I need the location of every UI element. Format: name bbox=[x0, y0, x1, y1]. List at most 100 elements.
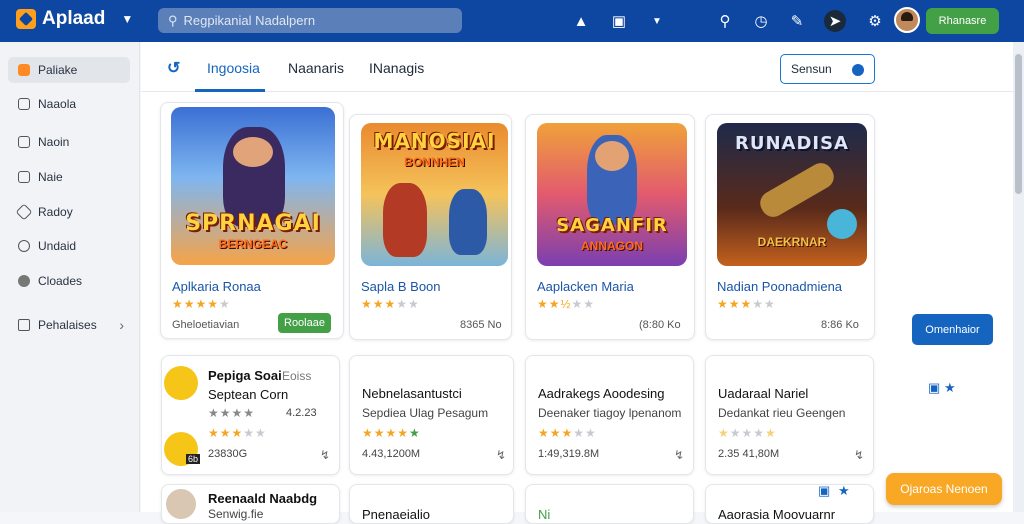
game-art: RUNADISA DAEKRNAR bbox=[717, 123, 867, 266]
download-icon[interactable]: ↯ bbox=[674, 448, 684, 462]
grid-icon bbox=[18, 136, 30, 148]
sidebar-item-label: Paliake bbox=[38, 63, 78, 77]
sidebar-item-label: Naaola bbox=[38, 97, 77, 111]
list-title[interactable]: Aaorasia Moovuarnr bbox=[718, 507, 835, 522]
featured-card[interactable]: SAGANFIR ANNAGON Aaplacken Maria ★★½★★ (… bbox=[525, 114, 695, 340]
list-title[interactable]: Ni bbox=[538, 507, 550, 522]
app-thumbnail bbox=[164, 366, 198, 400]
download-icon[interactable]: ↯ bbox=[320, 448, 330, 462]
game-title[interactable]: Sapla B Boon bbox=[361, 279, 441, 294]
list-card[interactable]: Pnenaeialio bbox=[349, 484, 514, 524]
sidebar-item-naaola[interactable]: Naaola bbox=[8, 91, 130, 117]
list-title[interactable]: Uadaraal Nariel bbox=[718, 386, 808, 401]
list-title[interactable]: Pnenaeialio bbox=[362, 507, 430, 522]
sidebar-item-pehalaises[interactable]: Pehalaises › bbox=[8, 312, 130, 338]
scroll-thumb[interactable] bbox=[1015, 54, 1022, 194]
sidebar-item-paliake[interactable]: Paliake bbox=[8, 57, 130, 83]
app-logo[interactable]: Aplaad ▼ bbox=[16, 8, 133, 30]
sidebar-item-cloades[interactable]: Cloades bbox=[8, 268, 130, 294]
download-icon[interactable]: ↯ bbox=[496, 448, 506, 462]
sidebar-item-label: Naie bbox=[38, 170, 63, 184]
sort-label: Sensun bbox=[791, 62, 832, 76]
rating-stars: ★★★★★ bbox=[172, 297, 231, 311]
list-card[interactable]: Nebnelasantustci Sepdiea Ulag Pesagum ★★… bbox=[349, 355, 514, 475]
featured-card[interactable]: SPRNAGAI BERNGEAC Aplkaria Ronaa ★★★★★ G… bbox=[160, 102, 344, 339]
scrollbar[interactable] bbox=[1013, 42, 1024, 512]
back-icon[interactable]: ↺ bbox=[167, 58, 185, 77]
list-subtitle: Deenaker tiagoy lpenanom bbox=[538, 406, 682, 420]
card-icon bbox=[18, 171, 30, 183]
art-subtitle: DAEKRNAR bbox=[757, 235, 827, 249]
install-button[interactable]: Roolaae bbox=[278, 313, 331, 333]
rating-stars: ★★½★★ bbox=[537, 297, 596, 311]
list-title[interactable]: Pepiga Soai bbox=[208, 368, 282, 383]
search-bar[interactable]: ⚲ bbox=[158, 8, 462, 33]
gear-icon[interactable]: ⚙ bbox=[864, 10, 886, 32]
featured-card[interactable]: MANOSIAI BONNHEN Sapla B Boon ★★★★★ 8365… bbox=[349, 114, 512, 340]
puzzle-icon bbox=[18, 319, 30, 331]
rocket-icon[interactable]: ➤ bbox=[824, 10, 846, 32]
list-title[interactable]: Nebnelasantustci bbox=[362, 386, 462, 401]
art-title: SPRNAGAI bbox=[185, 211, 321, 236]
upload-icon[interactable]: ▲ bbox=[570, 10, 592, 32]
tab-bar: ↺ Ingoosia Naanaris INanagis Sensun bbox=[141, 42, 1013, 92]
search-input[interactable] bbox=[183, 13, 444, 28]
list-card[interactable]: Ni bbox=[525, 484, 694, 524]
grid-view-icon[interactable]: ▣ bbox=[928, 380, 940, 396]
list-title[interactable]: Aadrakegs Aoodesing bbox=[538, 386, 664, 401]
sidebar-item-label: Cloades bbox=[38, 274, 83, 288]
top-bar: Aplaad ▼ ⚲ ▲ ▣ ▼ ⚲ ◷ ✎ ➤ ⚙ Rhanasre bbox=[0, 0, 1024, 42]
star-icon[interactable]: ★ bbox=[838, 483, 850, 499]
chevron-down-icon[interactable]: ▼ bbox=[646, 10, 668, 32]
main-content: ↺ Ingoosia Naanaris INanagis Sensun SPRN… bbox=[141, 42, 1013, 524]
tab-ingoosia[interactable]: Ingoosia bbox=[207, 60, 260, 76]
list-card[interactable]: Reenaald Naabdg Senwig.fie bbox=[161, 484, 340, 524]
list-subtitle: Dedankat rieu Geengen bbox=[718, 406, 846, 420]
list-size: 1:49,319.8M bbox=[538, 448, 600, 460]
clock-icon[interactable]: ◷ bbox=[750, 10, 772, 32]
chevron-down-icon[interactable]: ▼ bbox=[121, 12, 133, 26]
game-title[interactable]: Aaplacken Maria bbox=[537, 279, 634, 294]
sidebar-item-undaid[interactable]: Undaid bbox=[8, 233, 130, 259]
sidebar-item-naoin[interactable]: Naoin bbox=[8, 129, 130, 155]
rating-stars: ★★★★★ bbox=[717, 297, 776, 311]
tab-naanaris[interactable]: Naanaris bbox=[288, 60, 344, 76]
tab-inanagis[interactable]: INanagis bbox=[369, 60, 424, 76]
floating-action-button[interactable]: Ojaroas Nenoen bbox=[886, 473, 1002, 505]
grid-view-icon[interactable]: ▣ bbox=[818, 483, 830, 499]
app-thumbnail bbox=[166, 489, 196, 519]
game-title[interactable]: Nadian Poonadmiena bbox=[717, 279, 842, 294]
avatar[interactable] bbox=[894, 7, 920, 33]
tag-icon bbox=[15, 203, 33, 221]
info-icon bbox=[852, 64, 864, 76]
list-card[interactable]: Uadaraal Nariel Dedankat rieu Geengen ★★… bbox=[705, 355, 874, 475]
art-subtitle: ANNAGON bbox=[581, 239, 643, 253]
header-action-button[interactable]: Rhanasre bbox=[926, 8, 999, 34]
star-icon[interactable]: ★ bbox=[944, 380, 956, 396]
rating-stars: ★★★★★ bbox=[362, 426, 421, 440]
featured-card[interactable]: RUNADISA DAEKRNAR Nadian Poonadmiena ★★★… bbox=[705, 114, 875, 340]
list-title[interactable]: Reenaald Naabdg bbox=[208, 491, 317, 506]
sidebar-item-label: Undaid bbox=[38, 239, 77, 253]
art-title: SAGANFIR bbox=[556, 215, 668, 236]
active-tab-indicator bbox=[195, 89, 265, 92]
edit-icon[interactable]: ✎ bbox=[786, 10, 808, 32]
art-subtitle: BERNGEAC bbox=[218, 237, 288, 251]
search-icon[interactable]: ⚲ bbox=[714, 10, 736, 32]
more-button[interactable]: Omenhaior bbox=[912, 314, 993, 345]
rating-stars: ★★★★★ bbox=[718, 426, 777, 440]
bookmark-icon[interactable]: ▣ bbox=[608, 10, 630, 32]
chevron-right-icon[interactable]: › bbox=[119, 317, 124, 333]
art-title: RUNADISA bbox=[734, 133, 849, 154]
sidebar-item-naie[interactable]: Naie bbox=[8, 164, 130, 190]
logo-icon bbox=[16, 9, 36, 29]
list-title-suffix: Eoiss bbox=[282, 369, 312, 383]
app-icon bbox=[18, 64, 30, 76]
game-title[interactable]: Aplkaria Ronaa bbox=[172, 279, 261, 294]
sort-dropdown[interactable]: Sensun bbox=[780, 54, 875, 84]
list-card[interactable]: Aadrakegs Aoodesing Deenaker tiagoy lpen… bbox=[525, 355, 694, 475]
download-icon[interactable]: ↯ bbox=[854, 448, 864, 462]
sidebar-item-radoy[interactable]: Radoy bbox=[8, 199, 130, 225]
list-card[interactable]: Pepiga Soai Eoiss Septean Corn ★★★★ 4.2.… bbox=[161, 355, 340, 475]
sidebar-item-label: Pehalaises bbox=[38, 318, 97, 332]
